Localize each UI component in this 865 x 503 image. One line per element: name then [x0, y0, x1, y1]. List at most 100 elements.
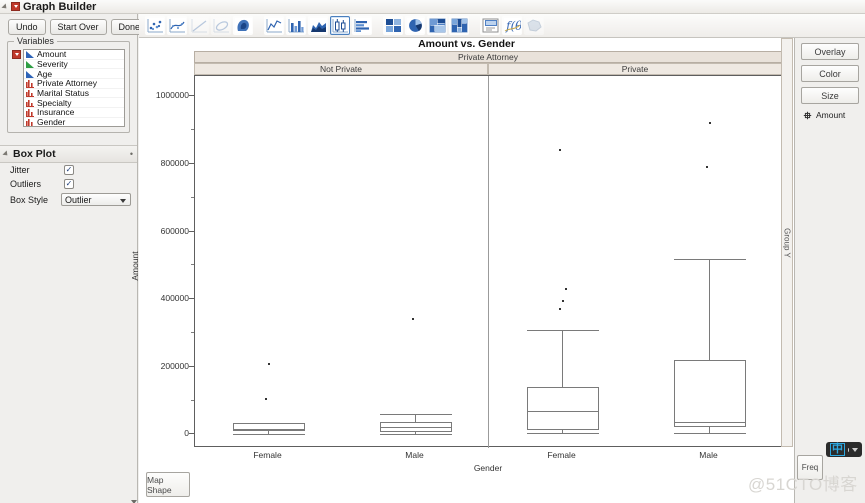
box-plot-disclosure-icon[interactable] — [2, 150, 10, 158]
box-style-select[interactable]: Outlier — [61, 193, 131, 206]
chart-title: Amount vs. Gender — [418, 38, 515, 50]
lower-whisker-stem — [562, 429, 563, 434]
outlier-point — [705, 166, 708, 169]
points-icon[interactable] — [145, 16, 165, 35]
area-icon[interactable] — [308, 16, 328, 35]
box-iqr — [526, 387, 599, 430]
box-median-line — [673, 422, 746, 424]
undo-button[interactable]: Undo — [8, 19, 46, 35]
graph-canvas[interactable]: Amount vs. Gender Private Attorney Not P… — [130, 38, 794, 503]
variable-item-label: Gender — [37, 117, 66, 127]
outlier-point — [561, 299, 564, 302]
contour-icon[interactable] — [233, 16, 253, 35]
outliers-row: Outliers — [0, 177, 137, 191]
y-tick-label: 200000 — [160, 360, 189, 371]
treemap-icon[interactable] — [427, 16, 447, 35]
marker-icon — [803, 111, 812, 119]
box-plot-options-panel: Box Plot • Jitter Outliers Box Style Out… — [0, 145, 137, 208]
x-axis[interactable]: Female Male Female Male Gender — [194, 448, 782, 478]
ellipse-icon[interactable] — [211, 16, 231, 35]
action-button-row: Undo Start Over Done — [0, 14, 149, 38]
smoother-icon[interactable] — [167, 16, 187, 35]
color-drop-zone[interactable]: Color — [801, 65, 859, 82]
variables-list[interactable]: Amount Severity Age Private Attorney Marital… — [23, 49, 125, 127]
nominal-red-icon — [26, 108, 34, 117]
mosaic-icon[interactable] — [449, 16, 469, 35]
lower-whisker-stem — [709, 427, 710, 433]
jitter-row: Jitter — [0, 163, 137, 177]
outlier-point — [411, 318, 414, 321]
panel-strip-private: Private — [488, 63, 782, 75]
histogram-icon[interactable] — [352, 16, 372, 35]
parallel-plot-icon[interactable] — [264, 16, 284, 35]
box-plot-collapse-icon[interactable]: • — [130, 149, 133, 159]
variables-red-triangle-icon[interactable] — [12, 50, 21, 59]
group-y-drop-zone[interactable]: Group Y — [781, 38, 793, 447]
size-drop-zone[interactable]: Size — [801, 87, 859, 104]
heatmap-icon[interactable] — [383, 16, 403, 35]
right-control-panel: Overlay Color Size Amount — [794, 38, 865, 503]
outlier-point — [564, 288, 567, 291]
legend-entry-label: Amount — [816, 110, 846, 120]
box-iqr — [673, 360, 746, 428]
plot-frame[interactable] — [194, 75, 782, 448]
overlay-drop-zone[interactable]: Overlay — [801, 43, 859, 60]
outliers-label: Outliers — [10, 179, 42, 189]
bar-icon[interactable] — [286, 16, 306, 35]
variable-item-label: Private Attorney — [37, 78, 98, 89]
outlier-point — [708, 122, 711, 125]
variable-item-label: Age — [37, 68, 53, 79]
variable-item-label: Severity — [37, 59, 68, 70]
pie-icon[interactable] — [405, 16, 425, 35]
x-tick-label: Female — [547, 450, 576, 460]
nominal-red-icon — [26, 118, 34, 126]
lower-whisker-cap — [379, 433, 452, 435]
panel-strip-not-private: Not Private — [194, 63, 488, 75]
x-tick-label: Male — [405, 450, 424, 460]
jitter-checkbox[interactable] — [64, 165, 74, 175]
group-y-label: Group Y — [782, 227, 792, 258]
panel-divider — [488, 76, 489, 448]
variable-item[interactable]: Gender — [24, 117, 124, 127]
nominal-red-icon — [26, 79, 34, 88]
x-axis-label: Gender — [473, 463, 503, 473]
legend-entry-amount[interactable]: Amount — [803, 110, 859, 120]
box-plot-header[interactable]: Box Plot • — [0, 145, 137, 163]
continuous-green-icon — [26, 60, 34, 69]
window-titlebar: Graph Builder — [0, 0, 865, 14]
continuous-blue-icon — [26, 70, 34, 78]
continuous-blue-icon — [26, 50, 34, 59]
graph-builder-window: Graph Builder Undo Start Over Done Varia… — [0, 0, 865, 503]
x-tick-label: Male — [699, 450, 718, 460]
outer-group-strip: Private Attorney — [194, 51, 782, 63]
box-plot-icon[interactable] — [330, 16, 350, 35]
ime-chevron-icon[interactable] — [852, 447, 858, 452]
variable-item-label: Amount — [37, 49, 67, 60]
y-axis[interactable]: Amount 0 200000 400000 600000 800000 1000000 — [130, 75, 194, 447]
caption-box-icon[interactable] — [480, 16, 500, 35]
left-control-panel: Undo Start Over Done Variables Amount Sev… — [0, 14, 149, 503]
disclosure-triangle-icon[interactable] — [1, 2, 9, 11]
map-shape-icon[interactable] — [524, 16, 544, 35]
lower-whisker-stem — [415, 431, 416, 434]
box-style-row: Box Style Outlier — [0, 191, 137, 208]
outliers-checkbox[interactable] — [64, 179, 74, 189]
jitter-label: Jitter — [10, 165, 30, 175]
red-triangle-menu-icon[interactable] — [11, 2, 20, 11]
graph-element-toolbar: f(θ) — [139, 14, 865, 38]
freq-drop-zone[interactable]: Freq — [797, 455, 823, 480]
upper-whisker-stem — [415, 413, 416, 423]
nominal-red-icon — [26, 98, 34, 107]
formula-icon[interactable]: f(θ) — [502, 16, 522, 35]
ime-status-dot-icon — [848, 447, 849, 452]
lower-whisker-stem — [268, 431, 269, 434]
box-median-line — [379, 427, 452, 429]
ime-indicator[interactable]: 中 — [826, 442, 862, 457]
map-shape-drop-zone[interactable]: Map Shape — [146, 472, 190, 497]
window-title: Graph Builder — [23, 0, 97, 13]
line-of-fit-icon[interactable] — [189, 16, 209, 35]
y-tick-label: 400000 — [160, 293, 189, 304]
upper-whisker-stem — [709, 259, 710, 361]
y-tick-label: 800000 — [160, 157, 189, 168]
start-over-button[interactable]: Start Over — [49, 19, 107, 35]
